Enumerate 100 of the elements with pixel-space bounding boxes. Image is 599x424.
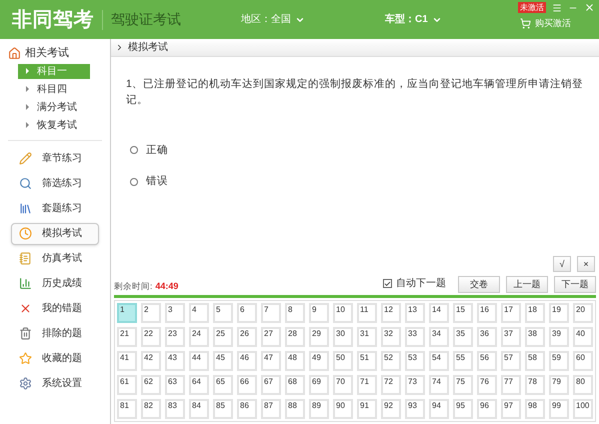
- question-number[interactable]: 45: [213, 351, 233, 371]
- question-number[interactable]: 23: [165, 327, 185, 347]
- question-number[interactable]: 40: [573, 327, 593, 347]
- question-number[interactable]: 64: [189, 375, 209, 395]
- question-number[interactable]: 19: [549, 303, 569, 323]
- menu-item[interactable]: 系统设置: [11, 372, 99, 394]
- question-number[interactable]: 52: [381, 351, 401, 371]
- question-number[interactable]: 33: [405, 327, 425, 347]
- question-number[interactable]: 86: [237, 399, 257, 419]
- mark-button[interactable]: √: [553, 256, 571, 272]
- question-number[interactable]: 91: [357, 399, 377, 419]
- question-number[interactable]: 11: [357, 303, 377, 323]
- question-number[interactable]: 30: [333, 327, 353, 347]
- question-number[interactable]: 44: [189, 351, 209, 371]
- question-number[interactable]: 48: [285, 351, 305, 371]
- question-number[interactable]: 70: [333, 375, 353, 395]
- question-number[interactable]: 72: [381, 375, 401, 395]
- menu-item[interactable]: 套题练习: [11, 198, 99, 220]
- nav-button[interactable]: 下一题: [554, 276, 596, 293]
- question-number[interactable]: 78: [525, 375, 545, 395]
- question-number[interactable]: 34: [429, 327, 449, 347]
- question-number[interactable]: 37: [501, 327, 521, 347]
- question-number[interactable]: 65: [213, 375, 233, 395]
- menu-item[interactable]: 收藏的题: [11, 348, 99, 370]
- question-number[interactable]: 67: [261, 375, 281, 395]
- question-number[interactable]: 55: [453, 351, 473, 371]
- question-number[interactable]: 100: [573, 399, 593, 419]
- question-number[interactable]: 7: [261, 303, 281, 323]
- question-number[interactable]: 15: [453, 303, 473, 323]
- question-number[interactable]: 88: [285, 399, 305, 419]
- question-number[interactable]: 68: [285, 375, 305, 395]
- question-number[interactable]: 60: [573, 351, 593, 371]
- question-number[interactable]: 16: [477, 303, 497, 323]
- question-number[interactable]: 2: [141, 303, 161, 323]
- answer-option[interactable]: 正确: [130, 142, 168, 158]
- question-number[interactable]: 14: [429, 303, 449, 323]
- question-number[interactable]: 27: [261, 327, 281, 347]
- question-number[interactable]: 83: [165, 399, 185, 419]
- question-number[interactable]: 76: [477, 375, 497, 395]
- question-number[interactable]: 31: [357, 327, 377, 347]
- question-number[interactable]: 41: [117, 351, 137, 371]
- question-number[interactable]: 36: [477, 327, 497, 347]
- question-number[interactable]: 79: [549, 375, 569, 395]
- question-number[interactable]: 32: [381, 327, 401, 347]
- question-number[interactable]: 58: [525, 351, 545, 371]
- subject-item[interactable]: 恢复考试: [18, 118, 90, 132]
- question-number[interactable]: 96: [477, 399, 497, 419]
- question-number[interactable]: 26: [237, 327, 257, 347]
- question-number[interactable]: 75: [453, 375, 473, 395]
- question-number[interactable]: 57: [501, 351, 521, 371]
- question-number[interactable]: 56: [477, 351, 497, 371]
- question-number[interactable]: 42: [141, 351, 161, 371]
- nav-button[interactable]: 交卷: [458, 276, 500, 293]
- subject-item[interactable]: 满分考试: [18, 100, 90, 114]
- radio-button[interactable]: [130, 146, 138, 154]
- question-number[interactable]: 38: [525, 327, 545, 347]
- menu-item[interactable]: 筛选练习: [11, 172, 99, 194]
- question-number[interactable]: 85: [213, 399, 233, 419]
- question-number[interactable]: 97: [501, 399, 521, 419]
- close-icon[interactable]: [584, 2, 595, 13]
- mark-button[interactable]: ×: [577, 256, 595, 272]
- question-number[interactable]: 89: [309, 399, 329, 419]
- question-number[interactable]: 3: [165, 303, 185, 323]
- question-number[interactable]: 24: [189, 327, 209, 347]
- question-number[interactable]: 35: [453, 327, 473, 347]
- question-number[interactable]: 46: [237, 351, 257, 371]
- question-number[interactable]: 81: [117, 399, 137, 419]
- question-number[interactable]: 10: [333, 303, 353, 323]
- question-number[interactable]: 43: [165, 351, 185, 371]
- question-number[interactable]: 9: [309, 303, 329, 323]
- question-number[interactable]: 66: [237, 375, 257, 395]
- question-number[interactable]: 54: [429, 351, 449, 371]
- question-number[interactable]: 80: [573, 375, 593, 395]
- question-number[interactable]: 98: [525, 399, 545, 419]
- question-number[interactable]: 61: [117, 375, 137, 395]
- question-number[interactable]: 6: [237, 303, 257, 323]
- question-number[interactable]: 13: [405, 303, 425, 323]
- menu-item[interactable]: 仿真考试: [11, 248, 99, 270]
- menu-item[interactable]: 排除的题: [11, 322, 99, 344]
- question-number[interactable]: 84: [189, 399, 209, 419]
- question-number[interactable]: 21: [117, 327, 137, 347]
- question-number[interactable]: 17: [501, 303, 521, 323]
- question-number[interactable]: 62: [141, 375, 161, 395]
- menu-item[interactable]: 模拟考试: [11, 222, 99, 244]
- question-number[interactable]: 59: [549, 351, 569, 371]
- question-number[interactable]: 25: [213, 327, 233, 347]
- answer-option[interactable]: 错误: [130, 174, 168, 190]
- question-number[interactable]: 63: [165, 375, 185, 395]
- question-number[interactable]: 8: [285, 303, 305, 323]
- question-number[interactable]: 73: [405, 375, 425, 395]
- question-number[interactable]: 12: [381, 303, 401, 323]
- question-number[interactable]: 69: [309, 375, 329, 395]
- question-number[interactable]: 28: [285, 327, 305, 347]
- menu-item[interactable]: 我的错题: [11, 298, 99, 320]
- question-number[interactable]: 47: [261, 351, 281, 371]
- question-number[interactable]: 50: [333, 351, 353, 371]
- question-number[interactable]: 53: [405, 351, 425, 371]
- question-number[interactable]: 95: [453, 399, 473, 419]
- question-number[interactable]: 1: [117, 303, 137, 323]
- question-number[interactable]: 5: [213, 303, 233, 323]
